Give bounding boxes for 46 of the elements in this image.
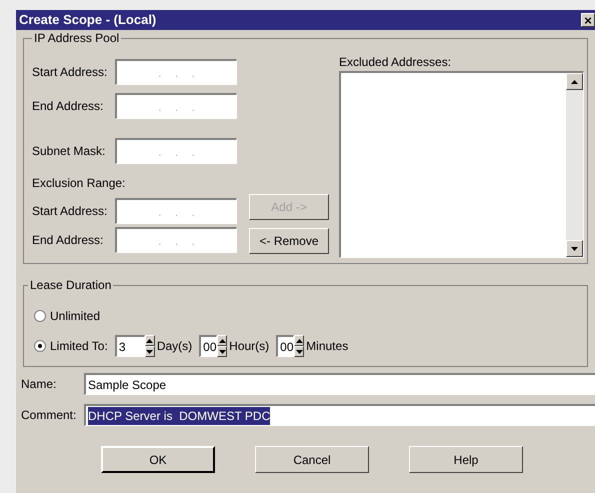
list-button[interactable]: <- Remove (249, 228, 329, 254)
down-arrow-icon (296, 350, 303, 354)
section-label: Exclusion Range: (32, 175, 126, 192)
unit-label: Minutes (306, 338, 348, 355)
radio-label[interactable]: Unlimited (50, 307, 100, 325)
field-label: Start Address: (32, 64, 108, 81)
dialog-button[interactable]: OK (101, 446, 215, 473)
radio-button[interactable] (34, 310, 46, 322)
up-arrow-icon (218, 338, 226, 342)
field-label: Name: (21, 376, 58, 393)
window-title: Create Scope - (Local) (19, 11, 156, 30)
down-arrow-icon (218, 350, 226, 354)
up-arrow-icon (296, 338, 303, 342)
up-arrow-icon (146, 338, 154, 342)
scrollbar[interactable] (566, 73, 583, 257)
field-value: Sample Scope (88, 376, 166, 394)
spin-button[interactable] (294, 335, 304, 357)
dialog-button[interactable]: Help (409, 446, 523, 473)
field-value: DHCP Server is DOMWEST PDC (88, 406, 270, 424)
list-label: Excluded Addresses: (339, 54, 452, 71)
field-label: Start Address: (32, 203, 108, 220)
field-label: End Address: (32, 232, 104, 249)
number-field[interactable]: 00 (199, 335, 218, 357)
unit-label: Hour(s) (229, 338, 270, 355)
group-title: IP Address Pool (32, 31, 122, 45)
text-field[interactable]: Sample Scope (84, 373, 595, 395)
scroll-up-button[interactable] (566, 73, 583, 90)
text-field[interactable]: DHCP Server is DOMWEST PDC (84, 404, 595, 426)
dialog-button[interactable]: Cancel (255, 446, 369, 473)
number-field[interactable]: 3 (114, 335, 145, 357)
spin-button[interactable] (217, 335, 228, 357)
down-arrow-icon (146, 350, 154, 354)
number-field[interactable]: 00 (276, 335, 294, 357)
up-arrow-icon (571, 80, 578, 84)
radio-label[interactable]: Limited To: (50, 337, 108, 355)
radio-button[interactable] (34, 340, 46, 352)
close-button[interactable]: × (581, 13, 595, 27)
group-title: Lease Duration (28, 278, 114, 292)
field-label: End Address: (32, 98, 104, 115)
down-arrow-icon (571, 246, 578, 250)
spin-button[interactable] (144, 335, 155, 357)
excluded-list[interactable] (339, 71, 584, 258)
field-label: Comment: (21, 407, 78, 424)
field-label: Subnet Mask: (32, 143, 106, 160)
unit-label: Day(s) (156, 338, 192, 355)
scroll-down-button[interactable] (566, 240, 583, 257)
